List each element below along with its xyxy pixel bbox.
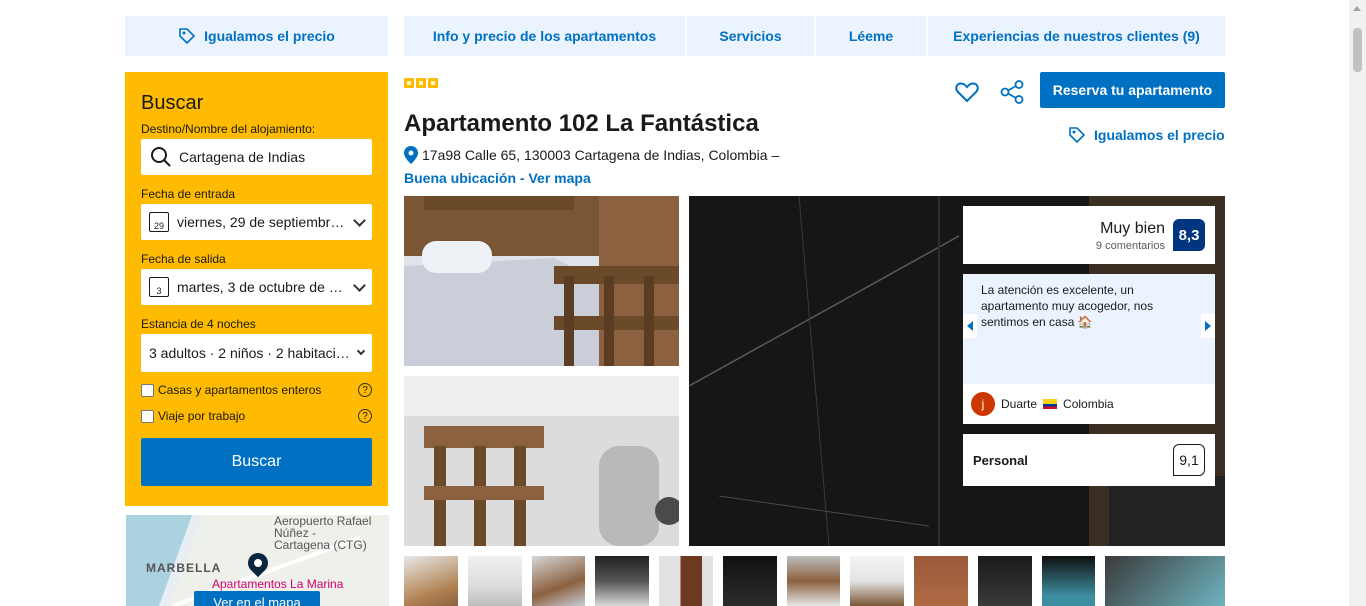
star-icon (404, 78, 414, 88)
checkin-select[interactable]: 29 viernes, 29 de septiembre de 2023 (141, 204, 372, 240)
nav-price-match[interactable]: Igualamos el precio (125, 16, 388, 56)
search-icon (151, 147, 171, 167)
stay-length: Estancia de 4 noches (141, 317, 256, 331)
map-airport-label: Aeropuerto Rafael Núñez - Cartagena (CTG… (274, 515, 372, 552)
carousel-next-button[interactable] (1201, 314, 1215, 338)
thumbnail[interactable] (404, 556, 458, 606)
review-score-card[interactable]: Muy bien 9 comentarios 8,3 (963, 206, 1215, 264)
favorite-button[interactable] (953, 78, 981, 106)
review-carousel: La atención es excelente, un apartamento… (963, 274, 1215, 424)
photo-bedroom-1[interactable] (404, 196, 679, 366)
heart-icon (955, 82, 979, 103)
review-score-badge: 8,3 (1173, 219, 1205, 251)
guests-value: 3 adultos · 2 niños · 2 habitaciones (149, 345, 352, 361)
checkout-value: martes, 3 de octubre de 2023 (177, 279, 349, 295)
destination-value: Cartagena de Indias (179, 149, 306, 165)
thumbnail[interactable] (850, 556, 905, 606)
page-scrollbar[interactable] (1349, 0, 1366, 606)
thumbnail-more[interactable] (1105, 556, 1225, 606)
map-preview[interactable]: Aeropuerto Rafael Núñez - Cartagena (CTG… (126, 515, 389, 606)
avatar: j (971, 392, 995, 416)
share-button[interactable] (998, 78, 1026, 106)
bed-illustration (404, 196, 679, 366)
price-match-link[interactable]: Igualamos el precio (1068, 126, 1225, 144)
thumbnail[interactable] (659, 556, 713, 606)
thumbnail[interactable] (531, 556, 586, 606)
staff-label: Personal (973, 453, 1028, 468)
tab-services[interactable]: Servicios (687, 16, 814, 56)
chevron-right-icon (1205, 321, 1211, 331)
calendar-icon: 3 (149, 277, 169, 297)
star-icon (416, 78, 426, 88)
nav-price-match-label: Igualamos el precio (204, 28, 335, 44)
work-checkbox-label: Viaje por trabajo (158, 409, 246, 423)
checkin-value: viernes, 29 de septiembre de 2023 (177, 214, 349, 230)
reviewer-info: j Duarte Colombia (963, 384, 1215, 424)
rating-label: Muy bien (1100, 220, 1165, 237)
photo-bedroom-2[interactable] (404, 376, 679, 546)
address-text: 17a98 Calle 65, 130003 Cartagena de Indi… (422, 147, 780, 163)
view-map-button[interactable]: Ver en el mapa (194, 591, 320, 606)
staff-score-card: Personal 9,1 (963, 434, 1215, 486)
homes-checkbox-label: Casas y apartamentos enteros (158, 383, 322, 397)
thumbnail[interactable] (977, 556, 1032, 606)
property-title: Apartamento 102 La Fantástica (404, 110, 759, 137)
checkout-select[interactable]: 3 martes, 3 de octubre de 2023 (141, 269, 372, 305)
star-rating (404, 78, 438, 88)
price-match-label: Igualamos el precio (1094, 127, 1225, 143)
destination-input[interactable]: Cartagena de Indias (141, 139, 372, 175)
colombia-flag-icon (1043, 399, 1058, 409)
scrollbar-thumb[interactable] (1353, 28, 1362, 72)
share-icon (1000, 80, 1024, 104)
scroll-up-icon[interactable] (1353, 6, 1361, 11)
review-count: 9 comentarios (1095, 240, 1165, 252)
search-button[interactable]: Buscar (141, 438, 372, 486)
chevron-down-icon (356, 346, 366, 356)
search-title: Buscar (141, 92, 204, 114)
tag-icon (179, 28, 196, 45)
help-icon[interactable]: ? (358, 383, 372, 397)
thumbnail[interactable] (467, 556, 522, 606)
guests-select[interactable]: 3 adultos · 2 niños · 2 habitaciones (141, 334, 372, 372)
review-quote: La atención es excelente, un apartamento… (981, 283, 1154, 329)
property-address: 17a98 Calle 65, 130003 Cartagena de Indi… (404, 146, 779, 164)
bed-illustration (404, 376, 679, 546)
chevron-down-icon (353, 213, 366, 227)
tab-guest-reviews[interactable]: Experiencias de nuestros clientes (9) (928, 16, 1225, 56)
search-panel: Buscar Destino/Nombre del alojamiento: C… (125, 72, 388, 506)
checkout-label: Fecha de salida (141, 252, 226, 266)
location-map-link[interactable]: Buena ubicación - Ver mapa (404, 170, 591, 186)
homes-checkbox-row[interactable]: Casas y apartamentos enteros ? (141, 382, 372, 398)
reviewer-name: Duarte (1001, 397, 1038, 411)
carousel-prev-button[interactable] (963, 314, 977, 338)
destination-label: Destino/Nombre del alojamiento: (141, 122, 316, 136)
thumbnail[interactable] (595, 556, 650, 606)
help-icon[interactable]: ? (358, 409, 372, 423)
thumbnail[interactable] (722, 556, 777, 606)
reserve-button[interactable]: Reserva tu apartamento (1040, 72, 1225, 108)
calendar-icon: 29 (149, 212, 169, 232)
star-icon (428, 78, 438, 88)
work-checkbox-row[interactable]: Viaje por trabajo ? (141, 408, 372, 424)
tab-info-prices[interactable]: Info y precio de los apartamentos (404, 16, 685, 56)
page: Igualamos el precio Info y precio de los… (0, 0, 1366, 606)
chevron-left-icon (967, 321, 973, 331)
thumbnail[interactable] (786, 556, 841, 606)
work-checkbox[interactable] (141, 409, 154, 423)
location-pin-icon (404, 146, 418, 164)
photo-thumbnails (404, 556, 1225, 606)
homes-checkbox[interactable] (141, 383, 154, 397)
map-place-label: Apartamentos La Marina (212, 577, 344, 591)
thumbnail[interactable] (914, 556, 968, 606)
thumbnail[interactable] (1041, 556, 1096, 606)
map-district-label: MARBELLA (146, 561, 222, 575)
checkin-label: Fecha de entrada (141, 187, 236, 201)
reviewer-country: Colombia (1063, 397, 1114, 411)
staff-score-badge: 9,1 (1173, 444, 1205, 476)
chevron-down-icon (353, 278, 366, 292)
property-tabs: Info y precio de los apartamentos Servic… (404, 16, 1225, 56)
tag-icon (1069, 127, 1086, 144)
tab-read-me[interactable]: Léeme (816, 16, 926, 56)
